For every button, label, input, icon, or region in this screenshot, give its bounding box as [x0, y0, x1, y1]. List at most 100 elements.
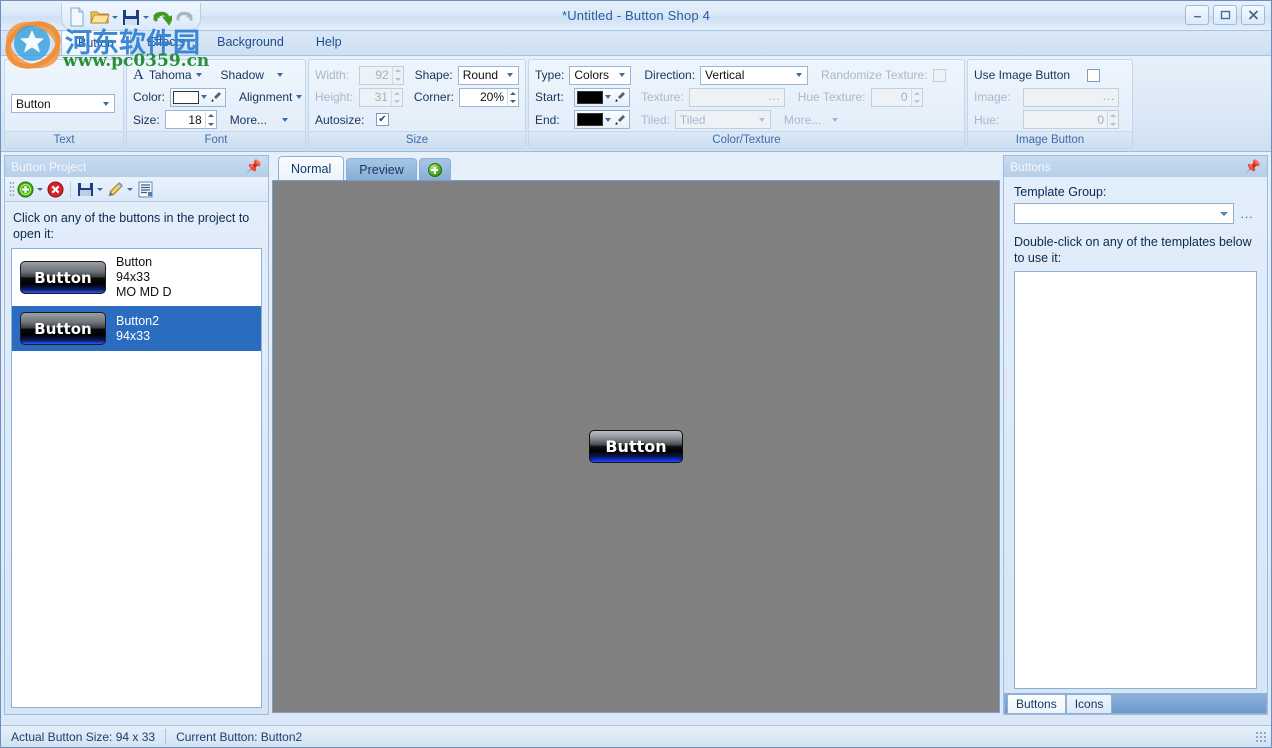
chevron-down-icon[interactable]	[756, 118, 768, 122]
project-button-list[interactable]: Button Button 94x33 MO MD D Button Butto…	[11, 248, 262, 708]
save-project-icon[interactable]	[77, 181, 94, 198]
tab-preview[interactable]: Preview	[346, 158, 417, 180]
autosize-checkbox[interactable]: ✔	[376, 113, 389, 127]
hue-texture-label: Hue Texture:	[797, 90, 866, 105]
canvas-container: Button	[272, 180, 1000, 713]
list-icon[interactable]	[137, 181, 154, 198]
maximize-button[interactable]	[1213, 5, 1237, 25]
new-icon[interactable]	[68, 7, 88, 27]
pin-icon[interactable]: 📌	[246, 159, 262, 175]
undo-icon[interactable]	[152, 7, 172, 27]
width-stepper[interactable]: 92	[359, 65, 404, 85]
start-color-picker[interactable]	[574, 87, 630, 107]
font-more-chevron-down-icon[interactable]	[282, 118, 288, 122]
image-field[interactable]: ...	[1023, 87, 1119, 107]
tab-help[interactable]: Help	[300, 30, 358, 55]
wand-chevron-down-icon[interactable]	[127, 179, 134, 199]
buttons-templates-panel: Buttons 📌 Template Group: ... Double-cli…	[1003, 155, 1268, 715]
chevron-down-icon[interactable]	[504, 73, 516, 77]
shape-label: Shape:	[414, 68, 453, 83]
add-button-icon[interactable]	[17, 181, 34, 198]
corner-stepper[interactable]: 20%	[458, 87, 519, 107]
hue-label: Hue:	[974, 112, 1000, 127]
randomize-texture-checkbox[interactable]	[932, 68, 946, 82]
template-group-browse-button[interactable]: ...	[1237, 207, 1257, 221]
open-dropdown-caret-icon[interactable]	[112, 7, 119, 27]
list-item[interactable]: Button Button2 94x33	[12, 306, 261, 351]
shape-combo[interactable]: Round	[457, 65, 519, 85]
window-controls	[1185, 5, 1265, 25]
save-project-chevron-down-icon[interactable]	[97, 179, 104, 199]
save-icon[interactable]	[121, 7, 141, 27]
texture-field[interactable]: ...	[688, 87, 785, 107]
status-bar: Actual Button Size: 94 x 33 Current Butt…	[1, 725, 1271, 747]
list-item-states: MO MD D	[116, 285, 172, 299]
add-state-tab[interactable]	[418, 158, 451, 180]
tab-icons[interactable]: Icons	[1065, 694, 1113, 713]
height-stepper[interactable]: 31	[358, 87, 403, 107]
hue-texture-stepper[interactable]: 0	[870, 87, 923, 107]
minimize-button[interactable]	[1185, 5, 1209, 25]
autosize-label: Autosize:	[315, 112, 365, 127]
font-size-stepper[interactable]: 18	[164, 110, 217, 130]
templates-tab-strip: Buttons Icons	[1004, 693, 1267, 714]
list-item-meta: Button2 94x33	[116, 314, 159, 344]
redo-icon[interactable]	[174, 7, 194, 27]
alignment-label: Alignment	[239, 90, 293, 105]
pin-icon[interactable]: 📌	[1245, 159, 1261, 175]
template-group-combo[interactable]	[1014, 203, 1234, 224]
tab-buttons[interactable]: Buttons	[1007, 694, 1066, 713]
color-more-dropdown[interactable]: More...	[784, 113, 821, 127]
shadow-chevron-down-icon[interactable]	[277, 73, 283, 77]
toolbar-separator	[70, 180, 71, 198]
text-value-combo[interactable]: Button	[11, 94, 115, 113]
spinner-arrows-icon[interactable]	[1107, 111, 1118, 129]
type-combo[interactable]: Colors	[569, 65, 632, 85]
ribbon-group-text: Button Text	[4, 59, 124, 149]
tab-background[interactable]: Background	[201, 30, 300, 55]
spinner-arrows-icon[interactable]	[204, 111, 216, 129]
toolbar-grip[interactable]	[9, 181, 14, 197]
direction-combo[interactable]: Vertical	[700, 65, 809, 85]
chevron-down-icon[interactable]	[793, 73, 805, 77]
save-dropdown-caret-icon[interactable]	[143, 7, 150, 27]
chevron-down-icon[interactable]	[1220, 212, 1228, 216]
close-button[interactable]	[1241, 5, 1265, 25]
wand-icon[interactable]	[107, 181, 124, 198]
alignment-dropdown[interactable]: Alignment	[239, 90, 302, 104]
end-color-picker[interactable]	[574, 110, 630, 130]
shadow-dropdown[interactable]: Shadow	[221, 68, 264, 82]
spinner-arrows-icon[interactable]	[910, 88, 922, 106]
hue-stepper[interactable]: 0	[1023, 110, 1119, 130]
spinner-arrows-icon[interactable]	[507, 88, 518, 106]
use-image-button-checkbox[interactable]	[1087, 68, 1100, 82]
font-size-label: Size:	[133, 112, 160, 127]
tiled-combo[interactable]: Tiled	[674, 110, 771, 130]
tab-button[interactable]: Button	[61, 30, 132, 55]
browse-ellipsis-icon[interactable]: ...	[1103, 91, 1115, 103]
hue-texture-value: 0	[900, 90, 908, 105]
group-label-size: Size	[309, 131, 525, 148]
tab-effects[interactable]: Effects	[131, 30, 201, 55]
width-value: 92	[375, 68, 389, 83]
chevron-down-icon[interactable]	[616, 73, 628, 77]
list-item[interactable]: Button Button 94x33 MO MD D	[12, 249, 261, 306]
font-more-dropdown[interactable]: More...	[230, 113, 267, 127]
browse-ellipsis-icon[interactable]: ...	[769, 91, 781, 103]
add-button-chevron-down-icon[interactable]	[37, 179, 44, 199]
open-icon[interactable]	[90, 7, 110, 27]
canvas-button[interactable]: Button	[589, 430, 683, 463]
color-more-chevron-down-icon[interactable]	[832, 118, 838, 122]
font-color-picker[interactable]	[170, 87, 227, 107]
resize-grip-icon[interactable]	[1255, 730, 1267, 743]
templates-list[interactable]	[1014, 271, 1257, 689]
spinner-arrows-icon[interactable]	[390, 88, 402, 106]
spinner-arrows-icon[interactable]	[391, 66, 403, 84]
delete-button-icon[interactable]	[47, 181, 64, 198]
buttons-panel-body: Template Group: ... Double-click on any …	[1004, 177, 1267, 693]
font-name-dropdown[interactable]: Tahoma	[149, 68, 202, 82]
design-canvas[interactable]: Button	[273, 181, 999, 712]
application-window: *Untitled - Button Shop 4 Button Effects…	[0, 0, 1272, 748]
tab-normal[interactable]: Normal	[278, 156, 345, 180]
chevron-down-icon[interactable]	[100, 102, 112, 106]
